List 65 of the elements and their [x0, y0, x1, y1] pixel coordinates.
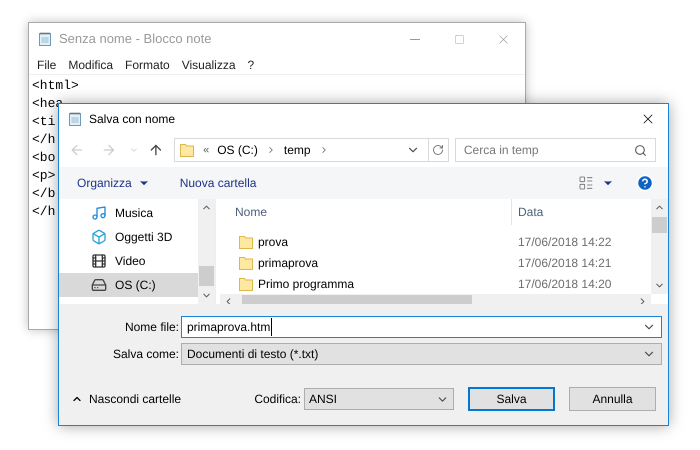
- code-line: <html>: [32, 77, 79, 95]
- view-options-icon[interactable]: [578, 175, 594, 191]
- sidebar-item[interactable]: OS (C:): [59, 273, 198, 297]
- minimize-icon: [410, 38, 420, 40]
- window-title: Senza nome - Blocco note: [59, 30, 212, 48]
- file-name: prova: [258, 234, 288, 250]
- file-row[interactable]: prova 17/06/2018 14:22: [220, 231, 651, 252]
- cube-icon: [91, 229, 107, 245]
- column-header[interactable]: Nome: [235, 203, 511, 221]
- folder-icon: [238, 254, 254, 270]
- scroll-thumb[interactable]: [652, 217, 667, 233]
- sidebar-item[interactable]: Musica: [59, 201, 198, 225]
- code-line: <ti: [32, 113, 56, 131]
- menu-item[interactable]: Formato: [125, 56, 170, 74]
- field-label: Nome file:: [124, 319, 180, 336]
- scrollbar[interactable]: [651, 199, 668, 294]
- file-date: 17/06/2018 14:21: [518, 254, 612, 272]
- file-type-dropdown[interactable]: Documenti di testo (*.txt): [181, 343, 662, 365]
- file-date: 17/06/2018 14:22: [518, 234, 612, 250]
- notepad-icon: [37, 31, 53, 47]
- field-label: Salva come:: [112, 346, 180, 363]
- folder-icon: [238, 276, 254, 292]
- drive-icon: [91, 277, 107, 293]
- scroll-thumb[interactable]: [199, 266, 214, 286]
- code-line: <bo: [32, 149, 56, 167]
- dialog-title: Salva con nome: [89, 110, 176, 128]
- column-header[interactable]: Data: [518, 203, 544, 221]
- refresh-icon[interactable]: [432, 144, 444, 156]
- file-name: Primo programma: [258, 276, 354, 292]
- dialog-button[interactable]: Annulla: [569, 387, 656, 411]
- file-name-field[interactable]: primaprova.htm: [181, 316, 662, 338]
- music-note-icon: [91, 205, 107, 221]
- file-date: 17/06/2018 14:20: [518, 276, 612, 292]
- breadcrumb[interactable]: temp: [284, 141, 311, 159]
- file-name: primaprova: [258, 254, 318, 272]
- film-icon: [91, 253, 107, 269]
- file-row[interactable]: primaprova 17/06/2018 14:21: [220, 252, 651, 273]
- new-folder-button[interactable]: Nuova cartella: [180, 174, 256, 192]
- overflow-chevrons[interactable]: «: [203, 142, 210, 158]
- folder-icon: [179, 142, 196, 158]
- notepad-icon: [67, 110, 83, 126]
- scrollbar[interactable]: [198, 199, 215, 304]
- breadcrumb[interactable]: OS (C:): [217, 141, 258, 159]
- encoding-dropdown[interactable]: ANSI: [304, 388, 454, 410]
- code-line: </h: [32, 131, 56, 149]
- sidebar-item[interactable]: Video: [59, 249, 198, 273]
- help-icon[interactable]: [636, 174, 654, 192]
- menu-item[interactable]: File: [37, 56, 56, 74]
- menu-item[interactable]: Modifica: [68, 56, 114, 74]
- default-button[interactable]: Salva: [468, 387, 555, 411]
- menu-item[interactable]: ?: [248, 56, 254, 74]
- code-line: </b: [32, 185, 56, 203]
- search-field[interactable]: Cerca in temp: [454, 138, 656, 162]
- file-row[interactable]: Primo programma 17/06/2018 14:20: [220, 273, 651, 294]
- code-line: <p>: [32, 167, 56, 185]
- menu-item[interactable]: Visualizza: [182, 56, 236, 74]
- sidebar-item[interactable]: Oggetti 3D: [59, 225, 198, 249]
- address-bar[interactable]: « OS (C:) temp: [174, 138, 449, 162]
- search-icon: [634, 144, 647, 156]
- organize-menu[interactable]: Organizza: [77, 174, 150, 192]
- maximize-icon: [454, 34, 464, 44]
- folder-icon: [238, 234, 254, 250]
- field-label: Codifica:: [254, 391, 301, 408]
- hide-folders-toggle[interactable]: Nascondi cartelle: [71, 390, 182, 408]
- code-line: </h: [32, 203, 56, 221]
